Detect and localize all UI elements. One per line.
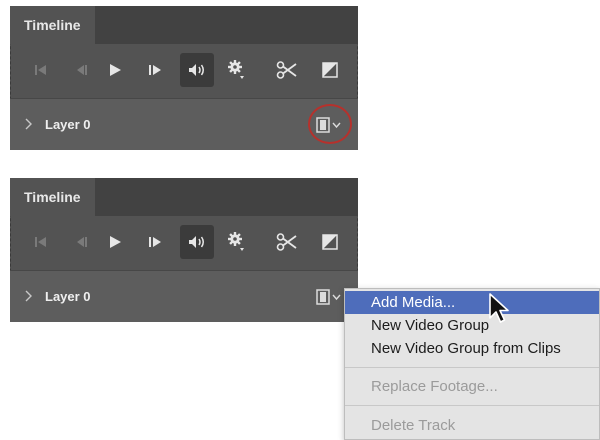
menu-item-add-media[interactable]: Add Media... <box>345 291 599 314</box>
menu-item-replace-footage: Replace Footage... <box>371 378 498 395</box>
mouse-pointer-icon <box>489 293 509 323</box>
audio-icon[interactable] <box>180 53 214 87</box>
layer-name: Layer 0 <box>45 117 91 132</box>
menu-item-delete-track: Delete Track <box>371 417 456 434</box>
timeline-panel-2: Timeline Layer 0 <box>10 178 358 322</box>
previous-frame-icon[interactable] <box>65 225 99 259</box>
track-context-menu: Add Media... New Video Group New Video G… <box>344 288 600 440</box>
transition-icon[interactable] <box>313 53 347 87</box>
tab-bar: Timeline <box>10 178 358 216</box>
next-frame-icon[interactable] <box>138 53 172 87</box>
settings-icon[interactable] <box>220 225 254 259</box>
settings-icon[interactable] <box>220 53 254 87</box>
play-icon[interactable] <box>98 225 132 259</box>
tab-bar: Timeline <box>10 6 358 44</box>
timeline-panel-1: Timeline Layer 0 <box>10 6 358 150</box>
next-frame-icon[interactable] <box>138 225 172 259</box>
layer-row[interactable]: Layer 0 <box>10 270 358 322</box>
transition-icon[interactable] <box>313 225 347 259</box>
chevron-right-icon[interactable] <box>22 117 34 131</box>
previous-frame-icon[interactable] <box>65 53 99 87</box>
tab-timeline[interactable]: Timeline <box>10 6 95 44</box>
go-to-first-frame-icon[interactable] <box>24 53 58 87</box>
audio-icon[interactable] <box>180 225 214 259</box>
layer-name: Layer 0 <box>45 289 91 304</box>
split-icon[interactable] <box>270 53 304 87</box>
layer-row[interactable]: Layer 0 <box>10 98 358 150</box>
menu-item-new-video-group-from-clips[interactable]: New Video Group from Clips <box>345 337 599 360</box>
menu-separator <box>345 367 599 368</box>
menu-item-new-video-group[interactable]: New Video Group <box>345 314 599 337</box>
playback-controls <box>10 44 358 98</box>
split-icon[interactable] <box>270 225 304 259</box>
chevron-right-icon[interactable] <box>22 289 34 303</box>
playback-controls <box>10 216 358 270</box>
tab-timeline[interactable]: Timeline <box>10 178 95 216</box>
callout-circle <box>308 104 352 144</box>
menu-separator <box>345 405 599 406</box>
go-to-first-frame-icon[interactable] <box>24 225 58 259</box>
play-icon[interactable] <box>98 53 132 87</box>
film-strip-menu-icon[interactable] <box>316 288 346 306</box>
